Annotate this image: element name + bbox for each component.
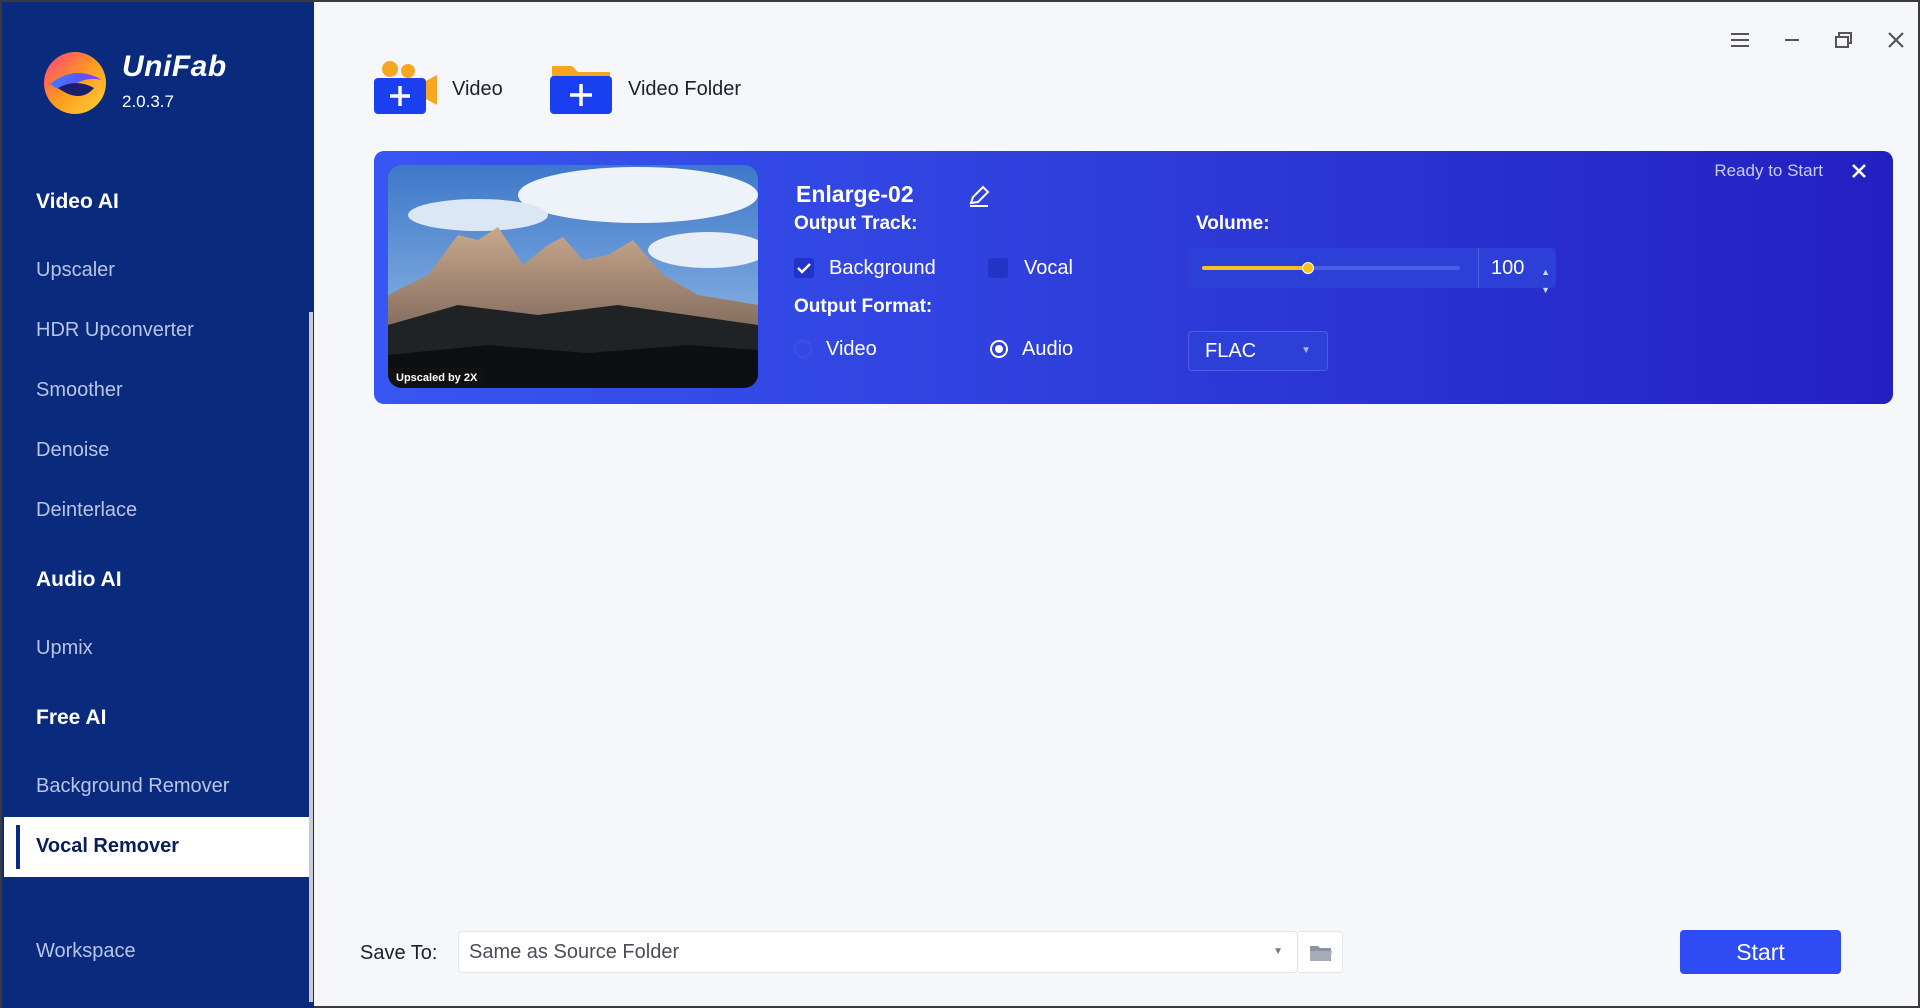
video-thumbnail[interactable]: Upscaled by 2X (388, 165, 758, 388)
app-window: UniFab 2.0.3.7 Video AI Upscaler HDR Upc… (0, 0, 1920, 1008)
start-button[interactable]: Start (1680, 930, 1841, 974)
volume-label: Volume: (1196, 213, 1270, 234)
volume-value: 100 (1491, 257, 1525, 279)
sidebar-heading-video-ai: Video AI (36, 190, 119, 213)
sidebar-item-upscaler[interactable]: Upscaler (36, 259, 115, 282)
sidebar-heading-audio-ai: Audio AI (36, 568, 122, 591)
unifab-logo-icon (44, 52, 106, 114)
add-folder-icon (550, 66, 612, 114)
menu-icon[interactable] (1726, 26, 1754, 54)
sidebar-item-background-remover[interactable]: Background Remover (36, 775, 229, 798)
volume-slider-fill (1202, 266, 1308, 270)
chevron-down-icon: ▼ (1301, 345, 1311, 356)
add-video-icon (374, 61, 437, 114)
restore-icon[interactable] (1830, 26, 1858, 54)
minimize-icon[interactable] (1778, 26, 1806, 54)
folder-icon (1310, 946, 1332, 961)
audio-format-label: Audio (1022, 338, 1074, 360)
add-folder-label: Video Folder (628, 78, 742, 100)
sidebar-heading-free-ai: Free AI (36, 706, 107, 729)
close-icon[interactable] (1882, 26, 1910, 54)
vocal-track-checkbox[interactable] (988, 258, 1008, 278)
add-video-label: Video (452, 78, 503, 100)
radio-dot (995, 345, 1003, 353)
remove-task-close-icon[interactable] (1847, 159, 1871, 183)
audio-format-value: FLAC (1205, 340, 1257, 362)
sidebar-item-denoise[interactable]: Denoise (36, 439, 109, 462)
save-to-value: Same as Source Folder (469, 941, 680, 963)
stepper-down-icon[interactable]: ▼ (1541, 270, 1550, 310)
sidebar-item-workspace[interactable]: Workspace (36, 940, 136, 963)
audio-format-radio[interactable] (990, 340, 1008, 358)
save-to-select[interactable]: Same as Source Folder ▼ (458, 931, 1298, 973)
sidebar-item-label: Vocal Remover (36, 835, 180, 857)
brand: UniFab 2.0.3.7 (122, 50, 227, 112)
output-format-label: Output Format: (794, 296, 933, 317)
active-indicator (16, 825, 20, 869)
add-video-button[interactable]: Video (374, 58, 514, 118)
sidebar-item-vocal-remover[interactable]: Vocal Remover (4, 817, 309, 877)
video-format-radio[interactable] (794, 340, 812, 358)
upscale-badge: Upscaled by 2X (388, 368, 486, 388)
task-title: Enlarge-02 (796, 181, 914, 207)
sidebar-item-smoother[interactable]: Smoother (36, 379, 123, 402)
sidebar-item-hdr-upconverter[interactable]: HDR Upconverter (36, 319, 194, 342)
checkmark-icon (797, 263, 811, 274)
save-to-label: Save To: (360, 942, 438, 964)
app-name: UniFab (122, 50, 227, 83)
output-track-label: Output Track: (794, 213, 918, 234)
add-folder-button[interactable]: Video Folder (550, 58, 760, 118)
sidebar-scrollbar[interactable] (309, 312, 313, 1002)
sidebar-item-deinterlace[interactable]: Deinterlace (36, 499, 137, 522)
browse-folder-button[interactable] (1299, 931, 1343, 973)
mountain-thumbnail-image (388, 165, 758, 388)
volume-slider[interactable] (1202, 262, 1460, 274)
background-track-label: Background (829, 257, 936, 279)
background-track-checkbox[interactable] (794, 258, 814, 278)
video-format-label: Video (826, 338, 877, 360)
audio-format-select[interactable]: FLAC ▼ (1188, 331, 1328, 371)
task-card: Upscaled by 2X Enlarge-02 Ready to Start… (374, 151, 1893, 404)
vocal-track-label: Vocal (1024, 257, 1073, 279)
task-status: Ready to Start (1714, 161, 1823, 180)
sidebar-item-upmix[interactable]: Upmix (36, 637, 93, 660)
app-version: 2.0.3.7 (122, 92, 174, 111)
sidebar: UniFab 2.0.3.7 Video AI Upscaler HDR Upc… (2, 2, 314, 1008)
volume-slider-handle[interactable] (1301, 262, 1314, 274)
volume-stepper[interactable]: 100 ▲ ▼ (1478, 248, 1556, 295)
volume-control: 100 ▲ ▼ (1188, 248, 1556, 295)
chevron-down-icon: ▼ (1273, 946, 1283, 957)
edit-pencil-icon[interactable] (966, 183, 992, 209)
